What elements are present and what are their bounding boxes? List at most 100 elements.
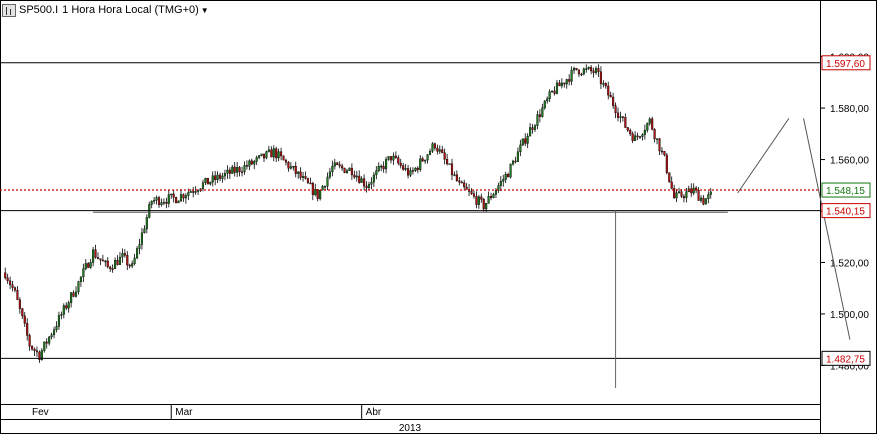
candle-body xyxy=(248,160,251,167)
candle-body xyxy=(209,181,212,185)
candle-body xyxy=(240,171,244,174)
chart-canvas[interactable]: 1.600,001.580,001.560,001.540,001.520,00… xyxy=(0,0,877,434)
candle-body xyxy=(131,263,134,267)
candle-body xyxy=(57,315,60,327)
trend-line xyxy=(803,118,851,340)
candle-body xyxy=(604,83,607,87)
candle-body xyxy=(143,228,146,234)
candle-body xyxy=(238,167,241,173)
candle-body xyxy=(4,272,7,279)
month-label: Abr xyxy=(366,407,382,418)
candle-body xyxy=(533,125,537,130)
candle-body xyxy=(546,98,549,102)
candle-body xyxy=(187,192,190,196)
candle-body xyxy=(531,127,534,130)
candle-body xyxy=(631,133,634,141)
candle-body xyxy=(60,314,63,316)
month-label: Fev xyxy=(32,407,49,418)
candle-body xyxy=(353,174,356,178)
candle-body xyxy=(23,315,26,324)
candle-body xyxy=(155,197,158,201)
candle-body xyxy=(570,69,573,82)
candle-body xyxy=(297,171,300,174)
candle-body xyxy=(551,90,554,93)
candle-body xyxy=(663,151,666,156)
candle-body xyxy=(104,260,107,263)
chart: SP500.I 1 Hora Hora Local (TMG+0) ▼ 1.60… xyxy=(0,0,877,434)
candle-body xyxy=(707,194,710,199)
candle-body xyxy=(592,70,595,73)
candle-body xyxy=(470,191,473,194)
candle-body xyxy=(677,191,681,194)
candle-body xyxy=(50,334,53,338)
candle-body xyxy=(216,174,219,180)
candle-body xyxy=(394,155,397,158)
candle-body xyxy=(162,201,165,204)
candle-body xyxy=(150,201,153,205)
candle-body xyxy=(338,164,341,167)
candle-body xyxy=(526,135,529,144)
candle-body xyxy=(255,157,258,162)
candle-body xyxy=(516,151,519,162)
candle-body xyxy=(587,67,590,69)
candle-body xyxy=(656,138,659,140)
candle-body xyxy=(543,100,546,109)
candle-body xyxy=(231,166,234,174)
candle-body xyxy=(399,162,402,166)
candle-body xyxy=(284,159,288,163)
candle-body xyxy=(541,107,544,117)
price-label-text: 1.548,15 xyxy=(826,186,865,197)
candle-body xyxy=(221,175,224,179)
candle-body xyxy=(65,305,68,309)
candle-body xyxy=(665,154,668,173)
candle-body xyxy=(599,71,602,84)
candle-body xyxy=(553,90,556,94)
candle-body xyxy=(214,175,217,180)
candle-body xyxy=(709,191,712,195)
candle-body xyxy=(702,197,705,205)
candle-body xyxy=(538,114,541,117)
candle-body xyxy=(594,68,598,73)
candle-body xyxy=(262,153,266,159)
candle-body xyxy=(524,138,527,144)
candle-body xyxy=(79,276,82,282)
candle-body xyxy=(458,180,461,183)
candle-body xyxy=(380,165,383,168)
candle-body xyxy=(385,159,388,170)
candle-body xyxy=(685,191,688,199)
candle-body xyxy=(607,85,610,96)
candle-body xyxy=(250,160,253,165)
candle-body xyxy=(419,158,422,170)
candle-body xyxy=(101,259,104,262)
candle-body xyxy=(126,255,129,266)
candle-body xyxy=(294,165,297,174)
candle-body xyxy=(575,68,578,71)
candle-body xyxy=(245,165,248,167)
candle-body xyxy=(502,179,505,182)
candle-body xyxy=(448,163,451,165)
candle-body xyxy=(28,335,31,347)
candle-body xyxy=(265,151,268,159)
candle-body xyxy=(490,196,493,199)
candle-body xyxy=(675,192,678,199)
candle-body xyxy=(428,151,432,155)
candle-body xyxy=(521,138,524,146)
candle-body xyxy=(31,345,34,350)
candle-body xyxy=(636,135,639,138)
candle-body xyxy=(487,196,490,204)
candle-body xyxy=(167,194,170,204)
candle-body xyxy=(511,160,515,165)
candle-body xyxy=(9,280,12,286)
candle-body xyxy=(646,123,649,131)
candle-body xyxy=(6,277,9,282)
candle-body xyxy=(323,185,327,188)
candle-body xyxy=(11,284,14,288)
trend-line xyxy=(737,118,790,194)
candle-body xyxy=(355,175,358,178)
candle-body xyxy=(463,182,466,188)
candle-body xyxy=(260,153,263,156)
candle-body xyxy=(160,202,163,206)
candle-body xyxy=(416,167,419,170)
candle-body xyxy=(555,82,559,94)
candle-body xyxy=(331,165,334,173)
